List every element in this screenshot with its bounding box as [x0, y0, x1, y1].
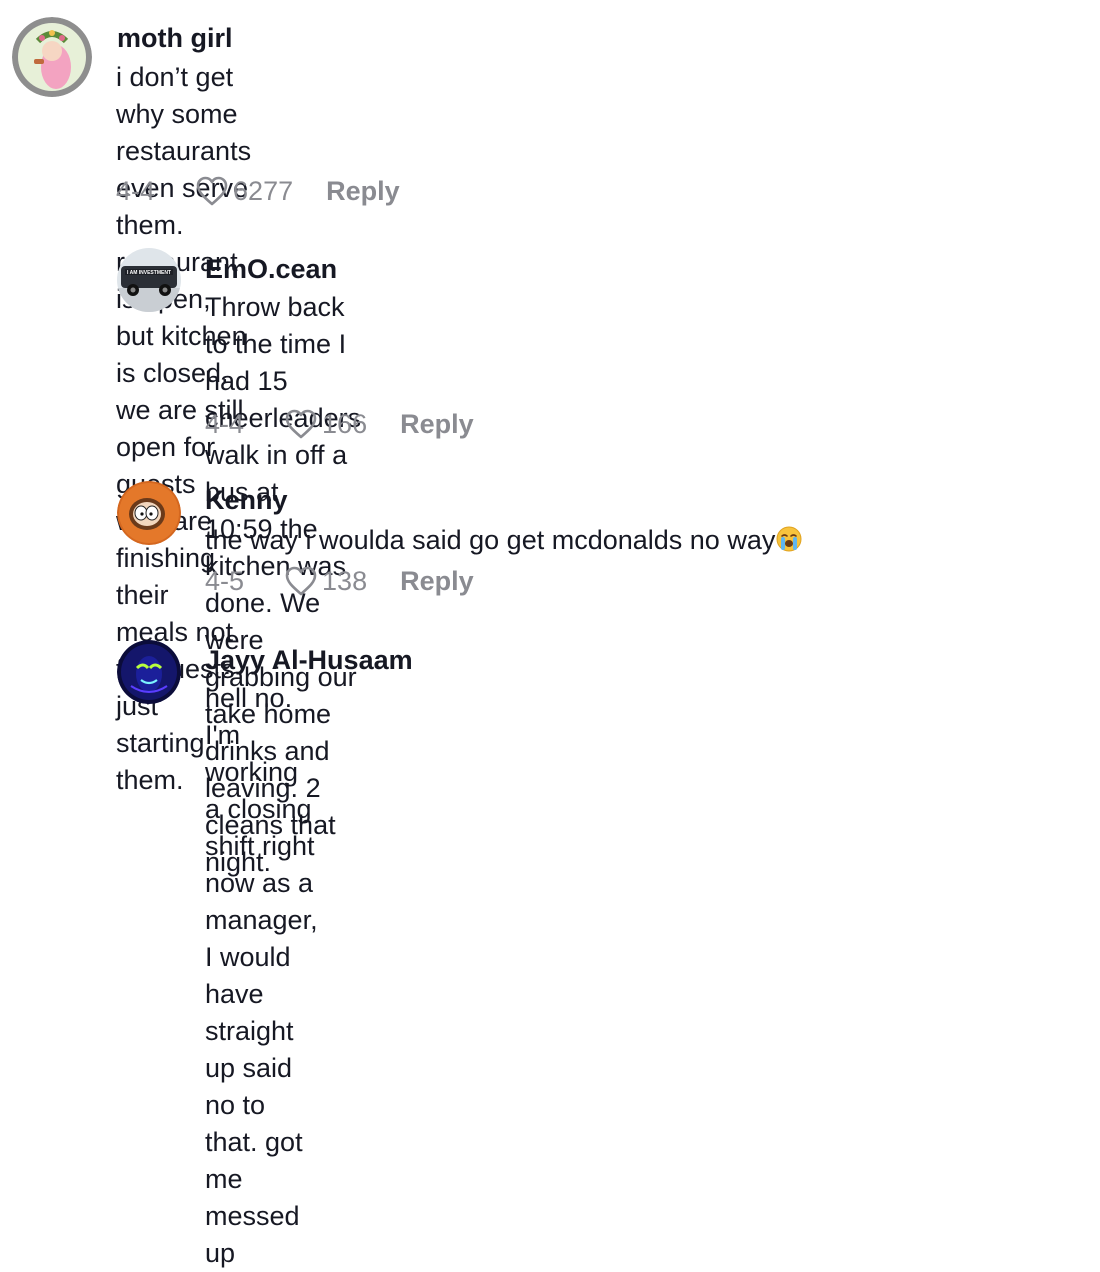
reply-button[interactable]: Reply — [326, 176, 400, 207]
reply-button[interactable]: Reply — [400, 566, 474, 597]
comment-username[interactable]: EmO.cean — [205, 254, 337, 285]
heart-icon — [285, 566, 317, 596]
comment-meta: 4-5 138 Reply — [205, 563, 474, 599]
like-count: 166 — [322, 408, 368, 439]
user-avatar[interactable] — [12, 17, 92, 97]
user-avatar[interactable] — [117, 481, 181, 545]
comment-username[interactable]: Kenny — [205, 485, 288, 516]
heart-icon — [196, 176, 228, 206]
comment-text: hell no. I'm working a closing shift rig… — [205, 683, 318, 1268]
avatar-kenny-icon — [117, 481, 181, 545]
avatar-truck-text: I AM INVESTMENT — [127, 270, 171, 276]
like-button[interactable]: 138 — [284, 565, 367, 597]
like-button[interactable]: 166 — [284, 408, 367, 440]
heart-icon — [285, 409, 317, 439]
reply-button[interactable]: Reply — [400, 409, 474, 440]
comment-text: the way i woulda said go get mcdonalds n… — [205, 522, 802, 559]
comment-meta: 4-4 6277 Reply — [116, 173, 400, 209]
like-button[interactable]: 6277 — [195, 175, 293, 207]
comment-username[interactable]: moth girl — [117, 23, 233, 54]
user-avatar[interactable] — [117, 640, 181, 704]
comment-username[interactable]: Jayy Al-Husaam — [205, 645, 413, 676]
avatar-truck-icon: I AM INVESTMENT — [117, 248, 181, 312]
like-count: 6277 — [233, 175, 294, 206]
comment-date: 4-4 — [205, 408, 245, 439]
comment-date: 4-4 — [116, 175, 156, 206]
user-avatar[interactable]: I AM INVESTMENT — [117, 248, 181, 312]
like-count: 138 — [322, 565, 368, 596]
comment-text-content: the way i woulda said go get mcdonalds n… — [205, 525, 776, 555]
avatar-moth-girl-icon — [12, 17, 92, 97]
comment-date: 4-5 — [205, 565, 245, 596]
avatar-neon-mask-icon — [117, 640, 181, 704]
loudly-crying-face-emoji-icon — [776, 526, 802, 552]
comment-meta: 4-4 166 Reply — [205, 406, 474, 442]
